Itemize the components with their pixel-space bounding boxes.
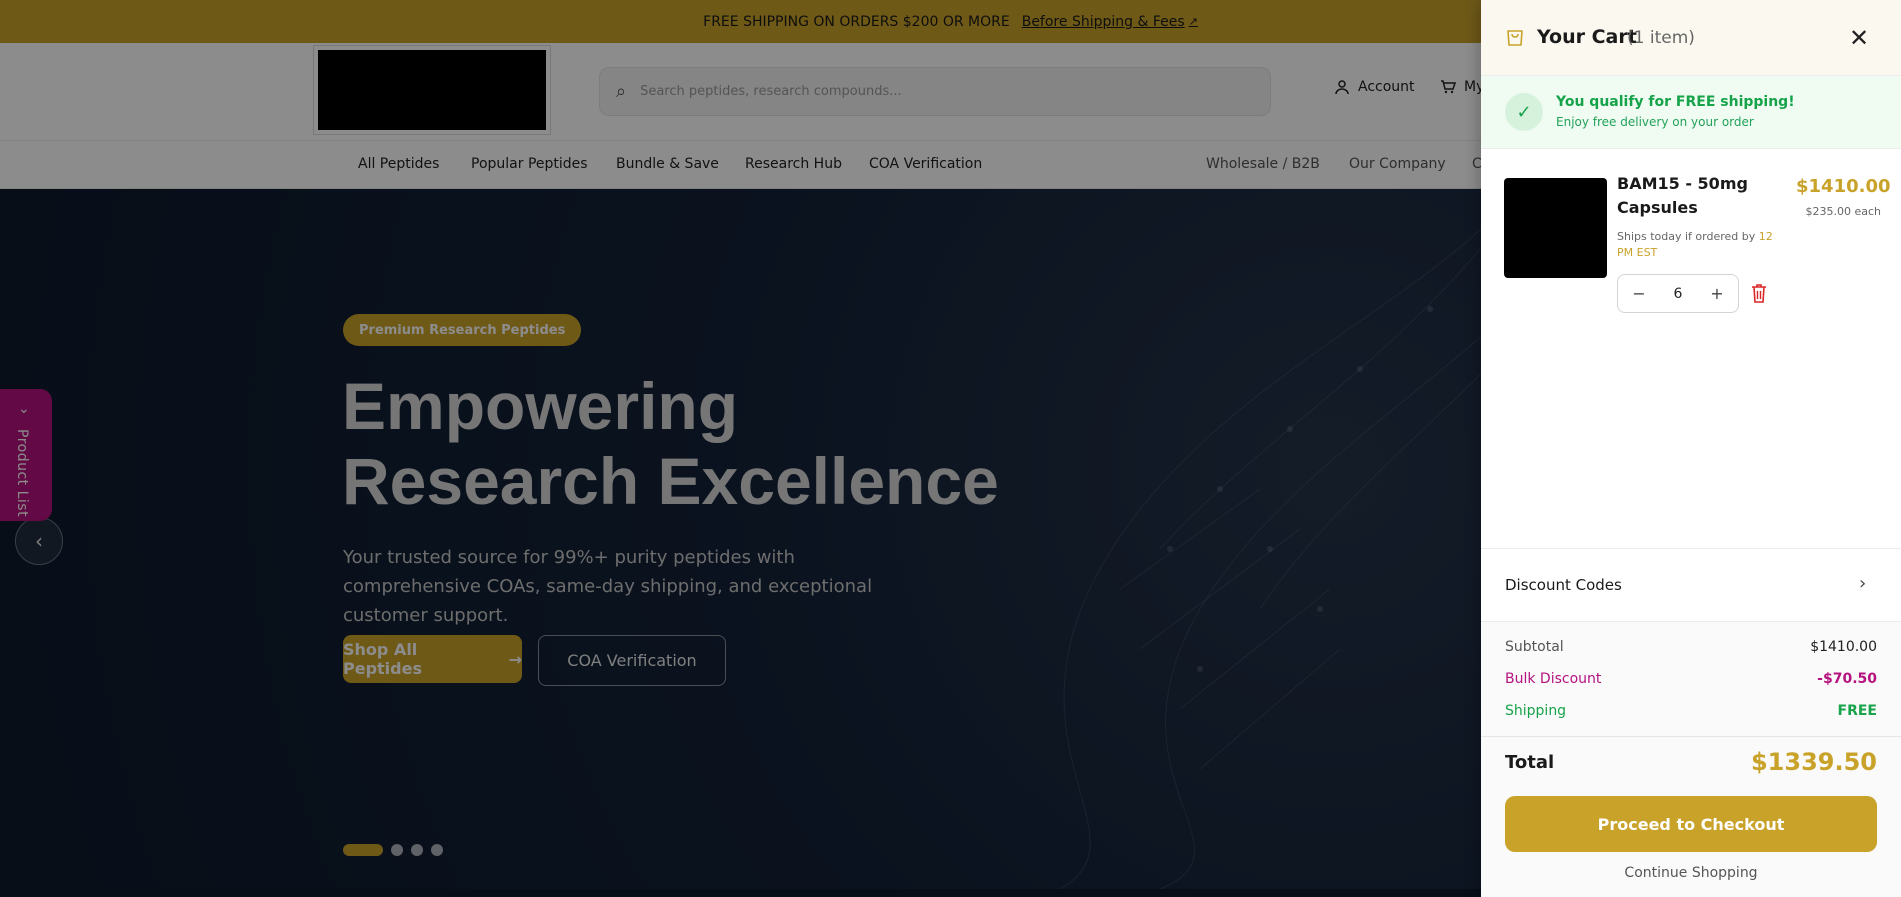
shopping-bag-icon [1507, 30, 1523, 46]
cart-item-price: $1410.00 [1796, 176, 1891, 197]
quantity-value[interactable]: 6 [1674, 286, 1683, 302]
free-shipping-title: You qualify for FREE shipping! [1556, 94, 1795, 110]
summary-divider [1481, 736, 1901, 737]
cart-item-unit-price: $235.00 each [1805, 205, 1881, 218]
plus-icon[interactable]: + [1708, 284, 1726, 303]
discount-codes-toggle[interactable]: Discount Codes › [1481, 548, 1901, 622]
cart-header: Your Cart (1 item) ✕ [1481, 0, 1901, 76]
trash-icon[interactable] [1751, 283, 1767, 303]
proceed-to-checkout-button[interactable]: Proceed to Checkout [1505, 796, 1877, 852]
total-label: Total [1505, 751, 1555, 773]
bulk-discount-value: -$70.50 [1817, 671, 1877, 687]
total-row: Total $1339.50 [1505, 748, 1877, 776]
bulk-discount-label: Bulk Discount [1505, 671, 1602, 687]
check-circle-icon: ✓ [1505, 93, 1543, 131]
close-icon[interactable]: ✕ [1849, 24, 1869, 52]
continue-shopping-link[interactable]: Continue Shopping [1481, 865, 1901, 881]
subtotal-row: Subtotal $1410.00 [1505, 639, 1877, 655]
subtotal-label: Subtotal [1505, 639, 1564, 655]
cart-item-image [1504, 178, 1607, 278]
free-shipping-banner: ✓ You qualify for FREE shipping! Enjoy f… [1481, 76, 1901, 149]
cart-item-count: (1 item) [1627, 28, 1695, 48]
shipping-row: Shipping FREE [1505, 703, 1877, 719]
chevron-right-icon: › [1859, 573, 1867, 594]
cart-title: Your Cart [1537, 26, 1637, 48]
discount-codes-label: Discount Codes [1505, 576, 1622, 594]
subtotal-value: $1410.00 [1810, 639, 1877, 655]
order-summary: Subtotal $1410.00 Bulk Discount -$70.50 … [1481, 622, 1901, 897]
quantity-stepper: − 6 + [1617, 274, 1739, 313]
shipping-value: FREE [1837, 703, 1877, 719]
cart-item-name: BAM15 - 50mg Capsules [1617, 174, 1748, 217]
ship-note-prefix: Ships today if ordered by [1617, 230, 1759, 243]
cart-drawer: Your Cart (1 item) ✕ ✓ You qualify for F… [1481, 0, 1901, 897]
shipping-label: Shipping [1505, 703, 1567, 719]
free-shipping-subtitle: Enjoy free delivery on your order [1556, 115, 1754, 129]
modal-overlay[interactable] [0, 0, 1481, 897]
minus-icon[interactable]: − [1630, 284, 1648, 303]
cart-item-ship-note: Ships today if ordered by 12 PM EST [1617, 229, 1782, 261]
bulk-discount-row: Bulk Discount -$70.50 [1505, 671, 1877, 687]
total-value: $1339.50 [1750, 748, 1877, 776]
